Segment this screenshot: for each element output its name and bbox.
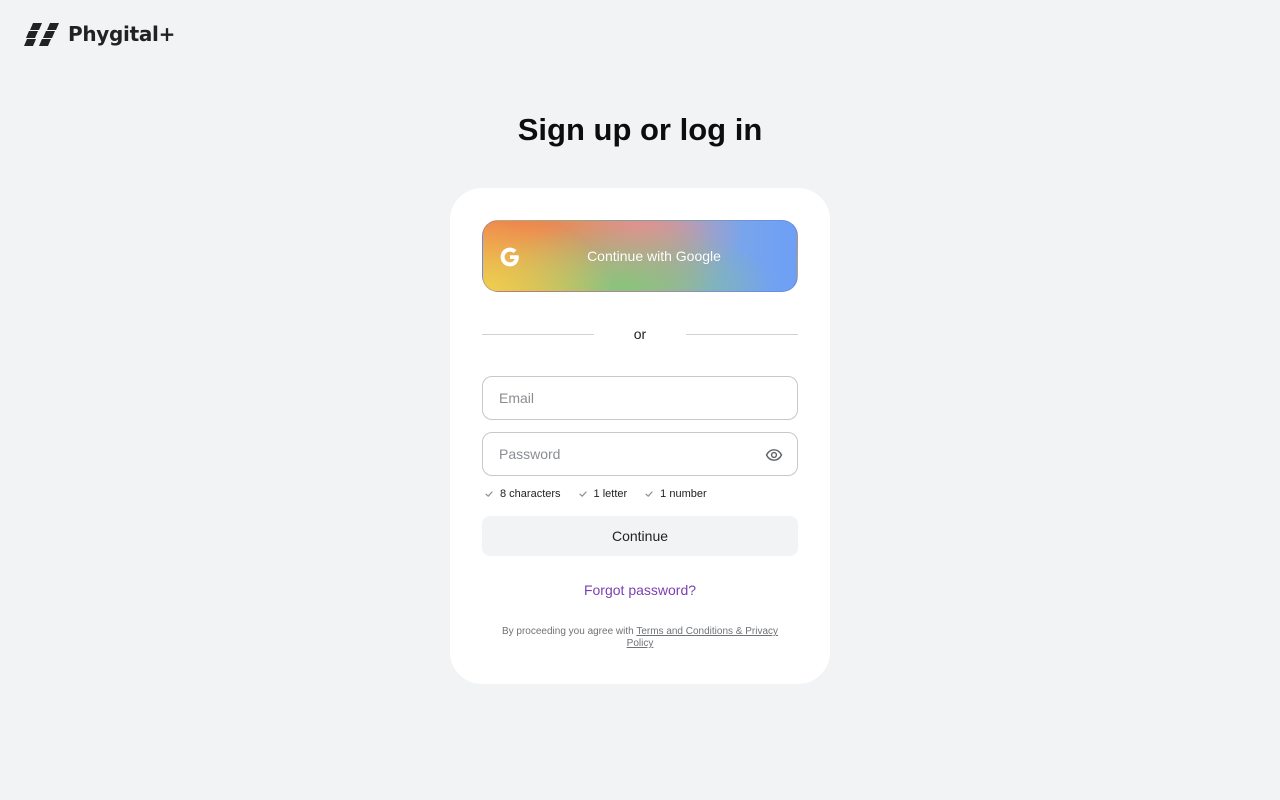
divider-line-right — [685, 333, 798, 335]
password-field-wrapper — [482, 432, 798, 476]
page-title: Sign up or log in — [517, 112, 763, 147]
checkered-squares-icon — [24, 23, 59, 46]
legal-prefix: By proceeding you agree with — [501, 626, 637, 637]
password-input[interactable] — [483, 433, 797, 475]
check-icon — [578, 491, 587, 497]
email-field-wrapper — [482, 376, 798, 420]
page: Phygital+ Sign up or log in Continue wit… — [0, 0, 1280, 800]
brand-name: Phygital+ — [68, 22, 176, 46]
continue-button[interactable]: Continue — [482, 516, 798, 556]
check-icon — [485, 491, 493, 497]
continue-with-google-button[interactable]: Continue with Google — [482, 220, 798, 292]
password-rules: 8 characters 1 letter 1 number — [482, 488, 798, 500]
rule-label: 1 letter — [593, 488, 628, 500]
brand-logo[interactable]: Phygital+ — [24, 22, 175, 46]
rule-item: 1 number — [644, 488, 707, 500]
forgot-password-link[interactable]: Forgot password? — [482, 582, 798, 598]
legal-notice: By proceeding you agree with Terms and C… — [482, 626, 798, 650]
divider-line-left — [482, 333, 594, 335]
rule-item: 8 characters — [484, 488, 561, 500]
google-button-label: Continue with Google — [587, 248, 721, 264]
divider-text: or — [633, 326, 647, 342]
terms-link[interactable]: Terms and Conditions & Privacy Policy — [627, 626, 778, 649]
eye-icon[interactable] — [765, 446, 783, 464]
rule-label: 8 characters — [500, 488, 561, 500]
email-input[interactable] — [483, 377, 797, 419]
auth-card: Continue with Google or 8 characters — [450, 188, 830, 684]
google-g-icon — [500, 247, 519, 267]
check-icon — [645, 491, 653, 497]
or-divider: or — [482, 326, 798, 342]
rule-item: 1 letter — [578, 488, 628, 500]
rule-label: 1 number — [660, 488, 707, 500]
